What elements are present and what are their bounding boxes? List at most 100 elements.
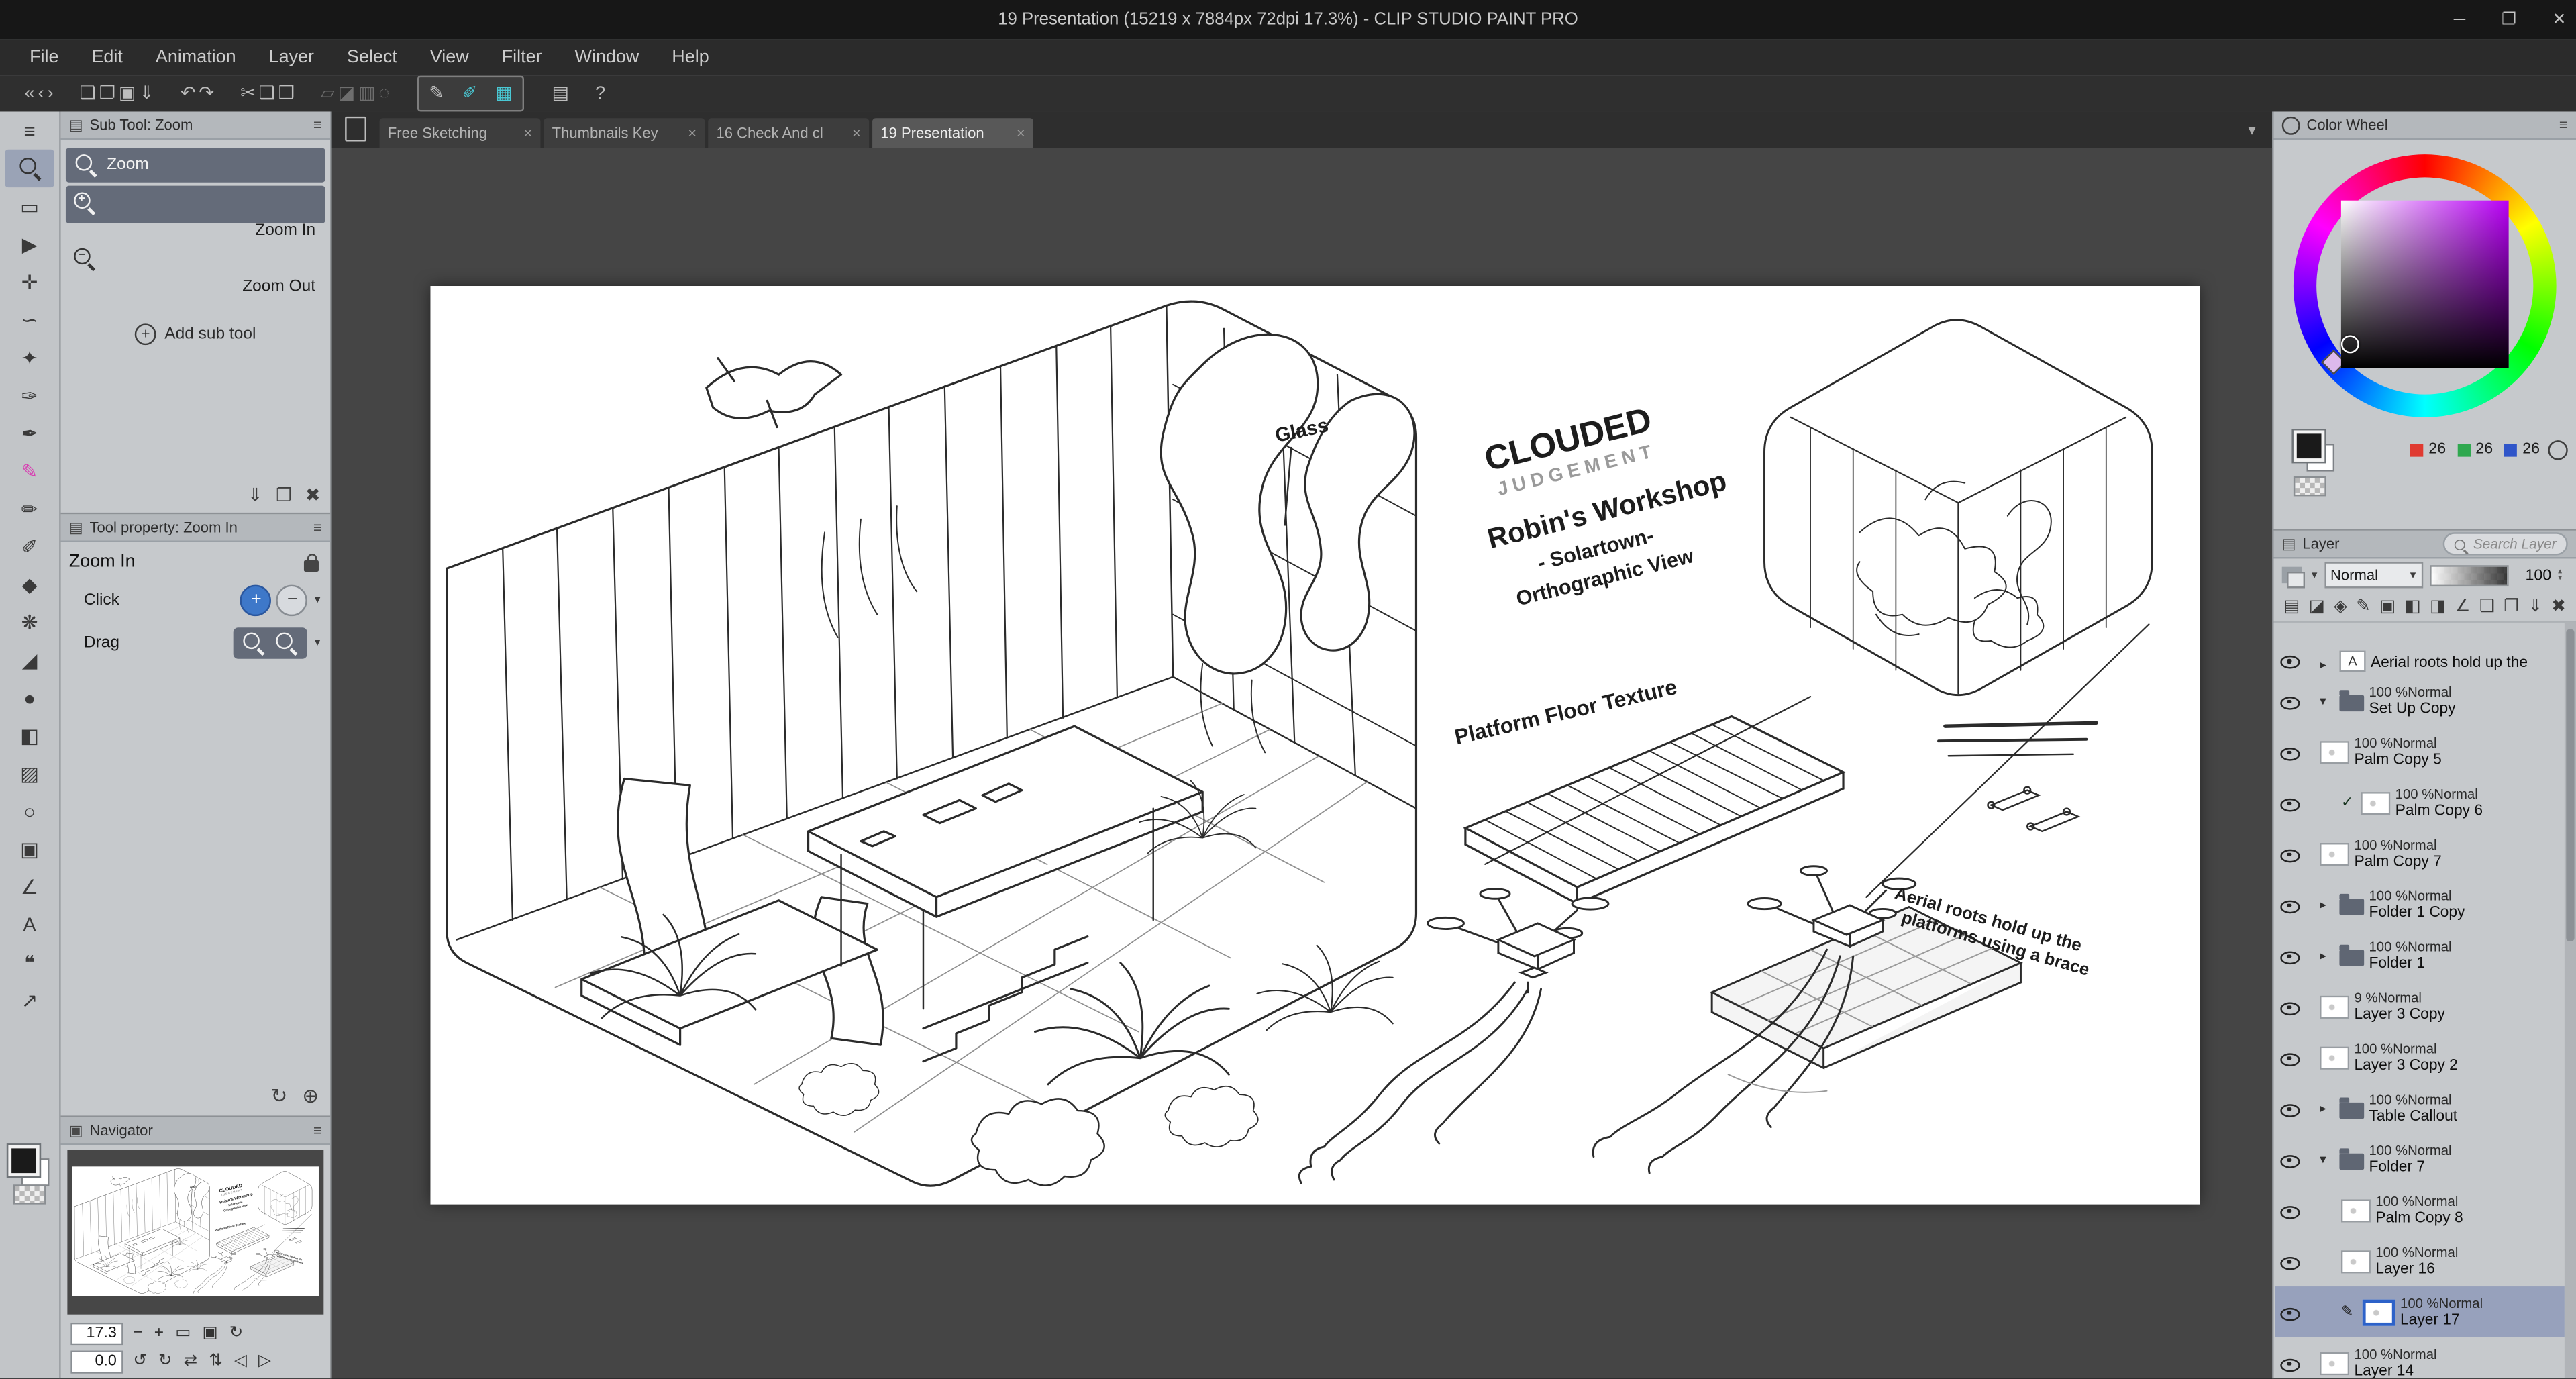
tool-pen[interactable]: ✒: [0, 414, 59, 452]
scrollbar-thumb[interactable]: [2566, 629, 2574, 941]
sub-tool-panel-header[interactable]: ▤ Sub Tool: Zoom ≡: [61, 111, 331, 140]
tab-overflow-icon[interactable]: ▾: [2248, 121, 2265, 148]
saturation-value-square[interactable]: [2341, 201, 2509, 368]
layer-visibility-icon[interactable]: [2279, 944, 2302, 967]
navigator-thumbnail[interactable]: [72, 1166, 319, 1296]
export-icon[interactable]: ⇓: [138, 77, 156, 110]
layer-visibility-icon[interactable]: [2279, 994, 2302, 1017]
tab-thumbnails-key[interactable]: Thumbnails Key×: [544, 118, 705, 148]
tool-frame-border[interactable]: ▣: [0, 829, 59, 867]
layer-row-layer-14[interactable]: 100 %NormalLayer 14: [2275, 1337, 2565, 1378]
tool-eraser[interactable]: ◢: [0, 641, 59, 678]
subtool-zoom-in[interactable]: +Zoom In: [66, 186, 325, 242]
panel-menu-icon[interactable]: ≡: [313, 1122, 322, 1138]
tool-marker[interactable]: ✎: [0, 452, 59, 489]
layer-visibility-icon[interactable]: [2279, 1147, 2302, 1170]
sub-tool-group-zoom[interactable]: Zoom: [66, 148, 325, 182]
layer-visibility-icon[interactable]: [2279, 1198, 2302, 1221]
expand-chevron-icon[interactable]: ▸: [2320, 1101, 2334, 1115]
copy-sub-tool-icon[interactable]: ❐: [276, 484, 292, 506]
copy-icon[interactable]: ❑: [257, 77, 276, 110]
collapse-toolbar-icon[interactable]: «: [23, 77, 36, 110]
rotation-value[interactable]: 0.0: [70, 1349, 123, 1372]
navigator-preview-area[interactable]: [67, 1150, 323, 1315]
layer-visibility-icon[interactable]: [2279, 1045, 2302, 1068]
transparent-color-swatch[interactable]: [2294, 476, 2326, 496]
step-back-icon[interactable]: ◁: [234, 1352, 247, 1370]
tool-gradient[interactable]: ▨: [0, 754, 59, 792]
nav-actual-size-icon[interactable]: ▣: [202, 1324, 217, 1342]
invert-selection-icon[interactable]: ◪: [336, 77, 356, 110]
expand-chevron-icon[interactable]: ▾: [2320, 1152, 2334, 1166]
tool-text[interactable]: A: [0, 905, 59, 943]
menu-window[interactable]: Window: [558, 40, 656, 76]
chevron-down-icon[interactable]: [315, 636, 321, 650]
maximize-button[interactable]: ❐: [2502, 11, 2516, 29]
show-ruler-icon[interactable]: ∠: [2455, 597, 2471, 616]
canvas-page[interactable]: [430, 286, 2200, 1205]
close-tab-icon[interactable]: ×: [688, 125, 697, 141]
expand-chevron-icon[interactable]: ▸: [2320, 897, 2334, 912]
layer-row-set-up-copy[interactable]: ▾100 %NormalSet Up Copy: [2275, 675, 2565, 726]
nav-reset-view-icon[interactable]: ↻: [229, 1324, 244, 1342]
help-icon[interactable]: ?: [594, 77, 607, 110]
flip-horizontal-icon[interactable]: ⇄: [184, 1352, 198, 1370]
hue-ring[interactable]: [2294, 154, 2557, 417]
tab-16-check-and-cl[interactable]: 16 Check And cl×: [708, 118, 869, 148]
layer-visibility-icon[interactable]: [2279, 791, 2302, 814]
blend-mode-select[interactable]: Normal: [2324, 562, 2422, 588]
nav-back-icon[interactable]: ‹: [36, 77, 46, 110]
tool-property-header[interactable]: ▤ Tool property: Zoom In ≡: [61, 514, 331, 542]
zoom-percent-value[interactable]: 17.3: [70, 1322, 123, 1345]
opacity-slider[interactable]: [2429, 564, 2509, 586]
close-button[interactable]: ✕: [2553, 11, 2567, 29]
menu-edit[interactable]: Edit: [75, 40, 139, 76]
layer-scrollbar[interactable]: [2565, 623, 2576, 1378]
redo-icon[interactable]: ↷: [197, 77, 215, 110]
clip-to-layer-below-icon[interactable]: ◪: [2309, 597, 2325, 616]
menu-view[interactable]: View: [413, 40, 485, 76]
delete-sub-tool-icon[interactable]: ✖: [305, 484, 321, 506]
minimize-button[interactable]: ─: [2454, 11, 2465, 29]
navigator-header[interactable]: ▣ Navigator ≡: [61, 1117, 331, 1145]
layer-visibility-icon[interactable]: [2279, 1300, 2302, 1323]
layer-row-palm-copy-7[interactable]: 100 %NormalPalm Copy 7: [2275, 828, 2565, 879]
tab-19-presentation[interactable]: 19 Presentation×: [872, 118, 1033, 148]
opacity-value[interactable]: 100: [2515, 566, 2551, 584]
click-zoom-in-button[interactable]: [241, 584, 272, 615]
layer-visibility-icon[interactable]: [2279, 842, 2302, 865]
click-zoom-out-button[interactable]: [277, 584, 309, 615]
tool-eyedropper[interactable]: ✑: [0, 376, 59, 414]
tool-move[interactable]: ✛: [0, 263, 59, 301]
tool-auto-select[interactable]: ✦: [0, 338, 59, 376]
color-wheel-header[interactable]: Color Wheel ≡: [2274, 111, 2576, 140]
menu-layer[interactable]: Layer: [252, 40, 330, 76]
tool-operation[interactable]: ▶: [0, 225, 59, 262]
layer-visibility-icon[interactable]: [2279, 1351, 2302, 1374]
tab-free-sketching[interactable]: Free Sketching×: [380, 118, 541, 148]
reset-tool-settings-icon[interactable]: ↻: [271, 1084, 288, 1107]
nav-forward-icon[interactable]: ›: [46, 77, 55, 110]
layer-visibility-icon[interactable]: [2279, 649, 2302, 672]
enable-mask-icon[interactable]: ◨: [2430, 597, 2446, 616]
undo-icon[interactable]: ↶: [178, 77, 197, 110]
layer-row-layer-3-copy[interactable]: 9 %NormalLayer 3 Copy: [2275, 981, 2565, 1032]
snap-off-icon[interactable]: ◌: [377, 77, 391, 110]
deselect-icon[interactable]: ▱: [319, 77, 337, 110]
expand-chevron-icon[interactable]: ▸: [2320, 948, 2334, 963]
drag-mode-selector[interactable]: [234, 627, 308, 658]
add-sub-tool-button[interactable]: + Add sub tool: [61, 323, 331, 345]
layer-row-palm-copy-8[interactable]: 100 %NormalPalm Copy 8: [2275, 1184, 2565, 1235]
layer-row-palm-copy-5[interactable]: 100 %NormalPalm Copy 5: [2275, 726, 2565, 777]
tool-airbrush[interactable]: ◆: [0, 565, 59, 603]
tool-selection[interactable]: ▭: [0, 187, 59, 225]
draft-layer-icon[interactable]: ✎: [2356, 597, 2371, 616]
opacity-spinner[interactable]: [2558, 568, 2568, 582]
canvas-viewport[interactable]: [332, 148, 2272, 1378]
close-tab-icon[interactable]: ×: [852, 125, 861, 141]
new-canvas-icon[interactable]: ❏: [78, 77, 97, 110]
selection-border-icon[interactable]: ▥: [357, 77, 377, 110]
layer-visibility-icon[interactable]: [2279, 689, 2302, 712]
panel-menu-icon[interactable]: ≡: [313, 519, 322, 535]
tool-zoom[interactable]: [5, 150, 54, 187]
